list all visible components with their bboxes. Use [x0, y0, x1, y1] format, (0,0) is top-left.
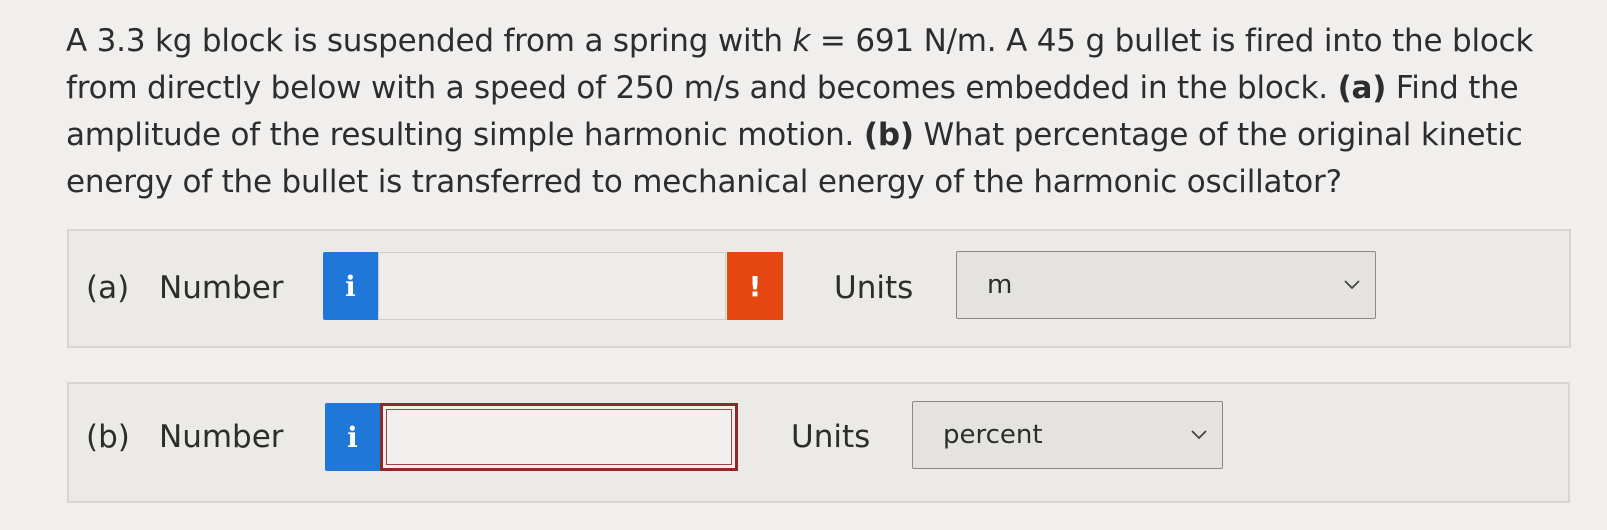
- part-b-label: (b): [86, 419, 130, 455]
- part-a-number-label: Number: [159, 270, 284, 306]
- question-text: A 3.3 kg block is suspended from a sprin…: [66, 18, 1546, 206]
- answer-row-b: (b) Number i Units percent: [67, 382, 1570, 503]
- part-a-units-label: Units: [834, 270, 914, 306]
- part-b-units-value: percent: [943, 420, 1043, 450]
- part-b-number-label: Number: [159, 419, 284, 455]
- chevron-down-icon: [1191, 430, 1207, 440]
- part-a-label: (a): [86, 270, 130, 306]
- part-a-warning-icon[interactable]: !: [727, 252, 783, 320]
- part-a-info-icon[interactable]: i: [323, 252, 378, 320]
- chevron-down-icon: [1344, 280, 1360, 290]
- part-a-number-input[interactable]: [378, 252, 726, 320]
- question-part-b-tag: (b): [863, 117, 914, 153]
- part-b-units-select[interactable]: percent: [912, 401, 1223, 469]
- part-b-number-input[interactable]: [380, 403, 738, 471]
- part-b-info-icon[interactable]: i: [325, 403, 380, 471]
- question-sentence-1: A 3.3 kg block is suspended from a sprin…: [66, 23, 793, 59]
- part-b-units-label: Units: [791, 419, 871, 455]
- part-a-units-select[interactable]: m: [956, 251, 1376, 319]
- k-symbol: k: [792, 23, 811, 59]
- answer-row-a: (a) Number i ! Units m: [67, 229, 1571, 348]
- part-a-units-value: m: [987, 270, 1013, 300]
- question-part-a-tag: (a): [1337, 70, 1387, 106]
